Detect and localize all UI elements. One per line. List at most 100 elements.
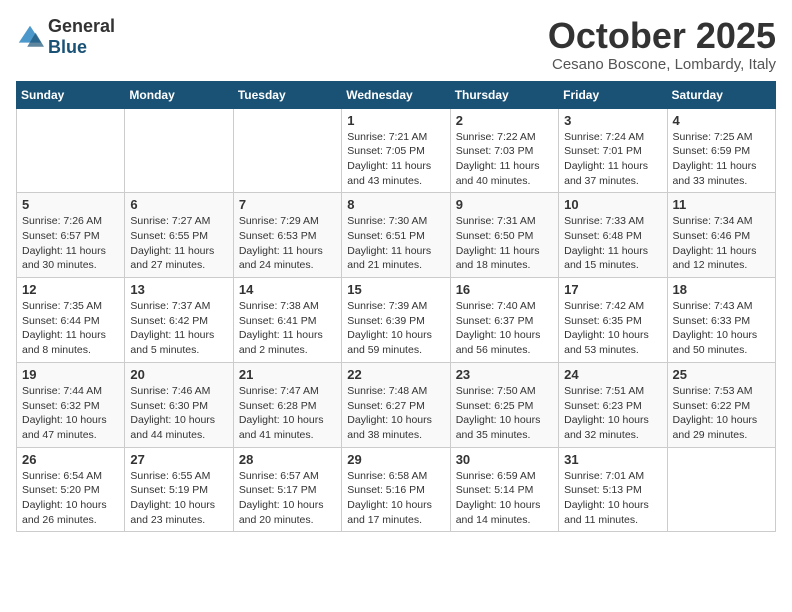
calendar-cell: 22 Sunrise: 7:48 AM Sunset: 6:27 PM Dayli… xyxy=(342,362,450,447)
calendar-cell: 8 Sunrise: 7:30 AM Sunset: 6:51 PM Daylig… xyxy=(342,193,450,278)
calendar-cell xyxy=(125,108,233,193)
calendar-cell: 25Sunrise: 7:53 AM Sunset: 6:22 PM Dayli… xyxy=(667,362,775,447)
day-info: Sunrise: 7:34 AM Sunset: 6:46 PM Dayligh… xyxy=(673,214,770,273)
day-info: Sunrise: 7:22 AM Sunset: 7:03 PM Dayligh… xyxy=(456,130,553,189)
calendar-cell: 26 Sunrise: 6:54 AM Sunset: 5:20 PM Dayli… xyxy=(17,447,125,532)
day-number: 23 xyxy=(456,367,553,382)
calendar-cell: 10Sunrise: 7:33 AM Sunset: 6:48 PM Dayli… xyxy=(559,193,667,278)
calendar-cell: 5 Sunrise: 7:26 AM Sunset: 6:57 PM Daylig… xyxy=(17,193,125,278)
day-number: 9 xyxy=(456,197,553,212)
calendar-week-row: 12Sunrise: 7:35 AM Sunset: 6:44 PM Dayli… xyxy=(17,278,776,363)
logo-text: General Blue xyxy=(48,16,115,58)
day-number: 31 xyxy=(564,452,661,467)
calendar-cell: 16 Sunrise: 7:40 AM Sunset: 6:37 PM Dayli… xyxy=(450,278,558,363)
calendar-cell: 13 Sunrise: 7:37 AM Sunset: 6:42 PM Dayli… xyxy=(125,278,233,363)
day-number: 27 xyxy=(130,452,227,467)
day-info: Sunrise: 7:43 AM Sunset: 6:33 PM Dayligh… xyxy=(673,299,770,358)
day-info: Sunrise: 7:46 AM Sunset: 6:30 PM Dayligh… xyxy=(130,384,227,443)
weekday-header: Monday xyxy=(125,81,233,108)
day-info: Sunrise: 7:01 AM Sunset: 5:13 PM Dayligh… xyxy=(564,469,661,528)
day-info: Sunrise: 7:27 AM Sunset: 6:55 PM Dayligh… xyxy=(130,214,227,273)
day-number: 19 xyxy=(22,367,119,382)
day-info: Sunrise: 6:59 AM Sunset: 5:14 PM Dayligh… xyxy=(456,469,553,528)
month-title: October 2025 xyxy=(548,16,776,56)
day-number: 15 xyxy=(347,282,444,297)
calendar-cell: 4 Sunrise: 7:25 AM Sunset: 6:59 PM Daylig… xyxy=(667,108,775,193)
calendar-cell: 1Sunrise: 7:21 AM Sunset: 7:05 PM Daylig… xyxy=(342,108,450,193)
day-info: Sunrise: 7:39 AM Sunset: 6:39 PM Dayligh… xyxy=(347,299,444,358)
day-info: Sunrise: 7:44 AM Sunset: 6:32 PM Dayligh… xyxy=(22,384,119,443)
day-info: Sunrise: 7:21 AM Sunset: 7:05 PM Dayligh… xyxy=(347,130,444,189)
weekday-header: Friday xyxy=(559,81,667,108)
day-number: 26 xyxy=(22,452,119,467)
logo-icon xyxy=(16,23,44,51)
calendar-cell: 27 Sunrise: 6:55 AM Sunset: 5:19 PM Dayli… xyxy=(125,447,233,532)
calendar-cell: 2 Sunrise: 7:22 AM Sunset: 7:03 PM Daylig… xyxy=(450,108,558,193)
weekday-header: Sunday xyxy=(17,81,125,108)
day-info: Sunrise: 6:57 AM Sunset: 5:17 PM Dayligh… xyxy=(239,469,336,528)
day-number: 12 xyxy=(22,282,119,297)
day-info: Sunrise: 7:25 AM Sunset: 6:59 PM Dayligh… xyxy=(673,130,770,189)
calendar-cell xyxy=(17,108,125,193)
day-info: Sunrise: 7:48 AM Sunset: 6:27 PM Dayligh… xyxy=(347,384,444,443)
day-info: Sunrise: 7:40 AM Sunset: 6:37 PM Dayligh… xyxy=(456,299,553,358)
day-number: 4 xyxy=(673,113,770,128)
day-info: Sunrise: 7:30 AM Sunset: 6:51 PM Dayligh… xyxy=(347,214,444,273)
day-number: 14 xyxy=(239,282,336,297)
weekday-header-row: SundayMondayTuesdayWednesdayThursdayFrid… xyxy=(17,81,776,108)
calendar-week-row: 19 Sunrise: 7:44 AM Sunset: 6:32 PM Dayli… xyxy=(17,362,776,447)
calendar-cell: 17Sunrise: 7:42 AM Sunset: 6:35 PM Dayli… xyxy=(559,278,667,363)
location-subtitle: Cesano Boscone, Lombardy, Italy xyxy=(548,56,776,73)
calendar-cell: 18 Sunrise: 7:43 AM Sunset: 6:33 PM Dayli… xyxy=(667,278,775,363)
calendar-cell: 29Sunrise: 6:58 AM Sunset: 5:16 PM Dayli… xyxy=(342,447,450,532)
day-info: Sunrise: 7:47 AM Sunset: 6:28 PM Dayligh… xyxy=(239,384,336,443)
day-number: 3 xyxy=(564,113,661,128)
weekday-header: Saturday xyxy=(667,81,775,108)
day-number: 2 xyxy=(456,113,553,128)
calendar-cell: 30 Sunrise: 6:59 AM Sunset: 5:14 PM Dayli… xyxy=(450,447,558,532)
calendar-week-row: 5 Sunrise: 7:26 AM Sunset: 6:57 PM Daylig… xyxy=(17,193,776,278)
day-number: 6 xyxy=(130,197,227,212)
calendar-cell: 23Sunrise: 7:50 AM Sunset: 6:25 PM Dayli… xyxy=(450,362,558,447)
calendar-cell: 15 Sunrise: 7:39 AM Sunset: 6:39 PM Dayli… xyxy=(342,278,450,363)
day-number: 16 xyxy=(456,282,553,297)
calendar-cell xyxy=(667,447,775,532)
calendar-week-row: 1Sunrise: 7:21 AM Sunset: 7:05 PM Daylig… xyxy=(17,108,776,193)
calendar-cell: 9 Sunrise: 7:31 AM Sunset: 6:50 PM Daylig… xyxy=(450,193,558,278)
page-header: General Blue October 2025 Cesano Boscone… xyxy=(16,16,776,73)
day-info: Sunrise: 7:31 AM Sunset: 6:50 PM Dayligh… xyxy=(456,214,553,273)
day-number: 30 xyxy=(456,452,553,467)
day-info: Sunrise: 7:53 AM Sunset: 6:22 PM Dayligh… xyxy=(673,384,770,443)
day-info: Sunrise: 7:51 AM Sunset: 6:23 PM Dayligh… xyxy=(564,384,661,443)
calendar-cell xyxy=(233,108,341,193)
day-info: Sunrise: 6:55 AM Sunset: 5:19 PM Dayligh… xyxy=(130,469,227,528)
day-info: Sunrise: 7:29 AM Sunset: 6:53 PM Dayligh… xyxy=(239,214,336,273)
calendar-cell: 14 Sunrise: 7:38 AM Sunset: 6:41 PM Dayli… xyxy=(233,278,341,363)
day-number: 24 xyxy=(564,367,661,382)
day-number: 28 xyxy=(239,452,336,467)
day-number: 18 xyxy=(673,282,770,297)
calendar-cell: 28 Sunrise: 6:57 AM Sunset: 5:17 PM Dayli… xyxy=(233,447,341,532)
day-number: 29 xyxy=(347,452,444,467)
day-number: 17 xyxy=(564,282,661,297)
calendar-cell: 6 Sunrise: 7:27 AM Sunset: 6:55 PM Daylig… xyxy=(125,193,233,278)
day-info: Sunrise: 7:38 AM Sunset: 6:41 PM Dayligh… xyxy=(239,299,336,358)
day-info: Sunrise: 7:24 AM Sunset: 7:01 PM Dayligh… xyxy=(564,130,661,189)
weekday-header: Wednesday xyxy=(342,81,450,108)
day-info: Sunrise: 7:37 AM Sunset: 6:42 PM Dayligh… xyxy=(130,299,227,358)
weekday-header: Tuesday xyxy=(233,81,341,108)
day-number: 20 xyxy=(130,367,227,382)
calendar-cell: 31 Sunrise: 7:01 AM Sunset: 5:13 PM Dayli… xyxy=(559,447,667,532)
calendar-cell: 24 Sunrise: 7:51 AM Sunset: 6:23 PM Dayli… xyxy=(559,362,667,447)
calendar-cell: 11 Sunrise: 7:34 AM Sunset: 6:46 PM Dayli… xyxy=(667,193,775,278)
day-info: Sunrise: 7:33 AM Sunset: 6:48 PM Dayligh… xyxy=(564,214,661,273)
day-number: 8 xyxy=(347,197,444,212)
title-block: October 2025 Cesano Boscone, Lombardy, I… xyxy=(548,16,776,73)
day-number: 7 xyxy=(239,197,336,212)
day-number: 5 xyxy=(22,197,119,212)
day-info: Sunrise: 6:54 AM Sunset: 5:20 PM Dayligh… xyxy=(22,469,119,528)
day-number: 13 xyxy=(130,282,227,297)
day-number: 11 xyxy=(673,197,770,212)
day-number: 22 xyxy=(347,367,444,382)
day-info: Sunrise: 7:26 AM Sunset: 6:57 PM Dayligh… xyxy=(22,214,119,273)
